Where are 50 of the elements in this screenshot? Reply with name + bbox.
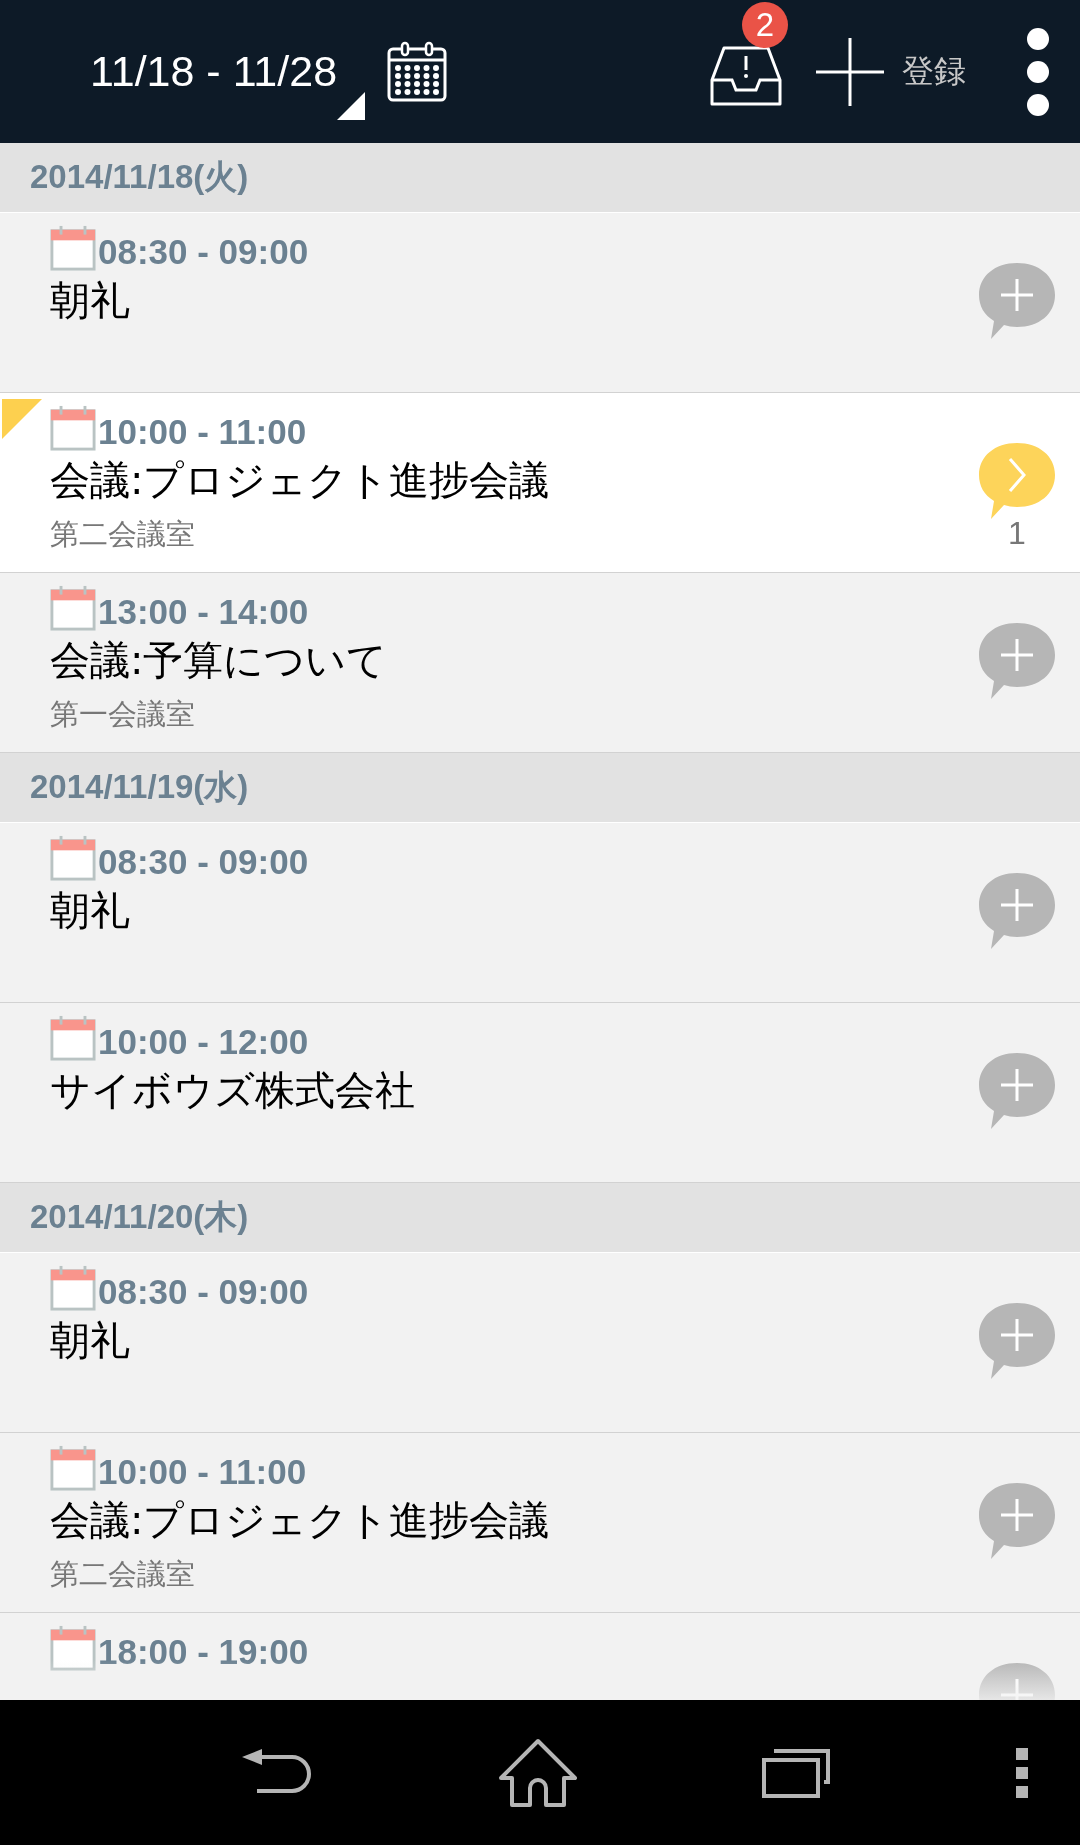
calendar-icon [50, 1265, 96, 1311]
event-time: 08:30 - 09:00 [98, 232, 309, 271]
event-title: 朝礼 [50, 1316, 131, 1365]
event-time: 08:30 - 09:00 [98, 1272, 309, 1311]
event-time: 10:00 - 11:00 [98, 1452, 307, 1491]
comment-arrow-icon[interactable] [977, 441, 1057, 521]
calendar-icon [50, 1445, 96, 1491]
event-location: 第二会議室 [50, 516, 196, 553]
calendar-icon [50, 225, 96, 271]
event-row[interactable]: 10:00 - 11:00 会議:プロジェクト進捗会議 第二会議室 1 [0, 393, 1080, 573]
event-row[interactable]: 10:00 - 11:00 会議:プロジェクト進捗会議 第二会議室 [0, 1433, 1080, 1613]
event-time: 10:00 - 11:00 [98, 412, 307, 451]
event-title: 会議:予算について [50, 636, 389, 685]
date-label: 2014/11/20(木) [30, 1197, 249, 1237]
add-comment-icon[interactable] [977, 1301, 1057, 1381]
more-icon[interactable] [1026, 26, 1050, 117]
event-time: 08:30 - 09:00 [98, 842, 309, 881]
event-title: 朝礼 [50, 276, 131, 325]
home-icon[interactable] [498, 1737, 578, 1808]
event-title: 会議:プロジェクト進捗会議 [50, 456, 551, 505]
event-location: 第一会議室 [50, 696, 196, 733]
add-comment-icon[interactable] [977, 261, 1057, 341]
comment-count: 1 [1008, 515, 1026, 552]
event-title: サイボウズ株式会社 [50, 1066, 416, 1115]
calendar-icon [50, 585, 96, 631]
event-title: 会議:プロジェクト進捗会議 [50, 1496, 551, 1545]
date-label: 2014/11/19(水) [30, 767, 249, 807]
add-comment-icon[interactable] [977, 1051, 1057, 1131]
event-time: 10:00 - 12:00 [98, 1022, 309, 1061]
unread-corner-icon [2, 399, 42, 439]
event-location: 第二会議室 [50, 1556, 196, 1593]
event-time: 18:00 - 19:00 [98, 1632, 309, 1671]
event-title: 朝礼 [50, 886, 131, 935]
add-comment-icon[interactable] [977, 1481, 1057, 1561]
event-row[interactable]: 08:30 - 09:00 朝礼 [0, 823, 1080, 1003]
recent-apps-icon[interactable] [762, 1747, 832, 1798]
calendar-icon[interactable] [385, 39, 450, 104]
plus-icon [814, 35, 886, 108]
more-icon[interactable] [1016, 1747, 1028, 1798]
add-comment-icon[interactable] [977, 871, 1057, 951]
event-row[interactable]: 08:30 - 09:00 朝礼 [0, 1253, 1080, 1433]
date-label: 2014/11/18(火) [30, 157, 249, 197]
calendar-icon [50, 835, 96, 881]
calendar-icon [50, 405, 96, 451]
event-time: 13:00 - 14:00 [98, 592, 309, 631]
add-comment-icon[interactable] [977, 621, 1057, 701]
register-button[interactable]: 登録 [814, 35, 966, 108]
calendar-icon [50, 1015, 96, 1061]
calendar-icon [50, 1625, 96, 1671]
notification-badge: 2 [742, 1, 788, 48]
